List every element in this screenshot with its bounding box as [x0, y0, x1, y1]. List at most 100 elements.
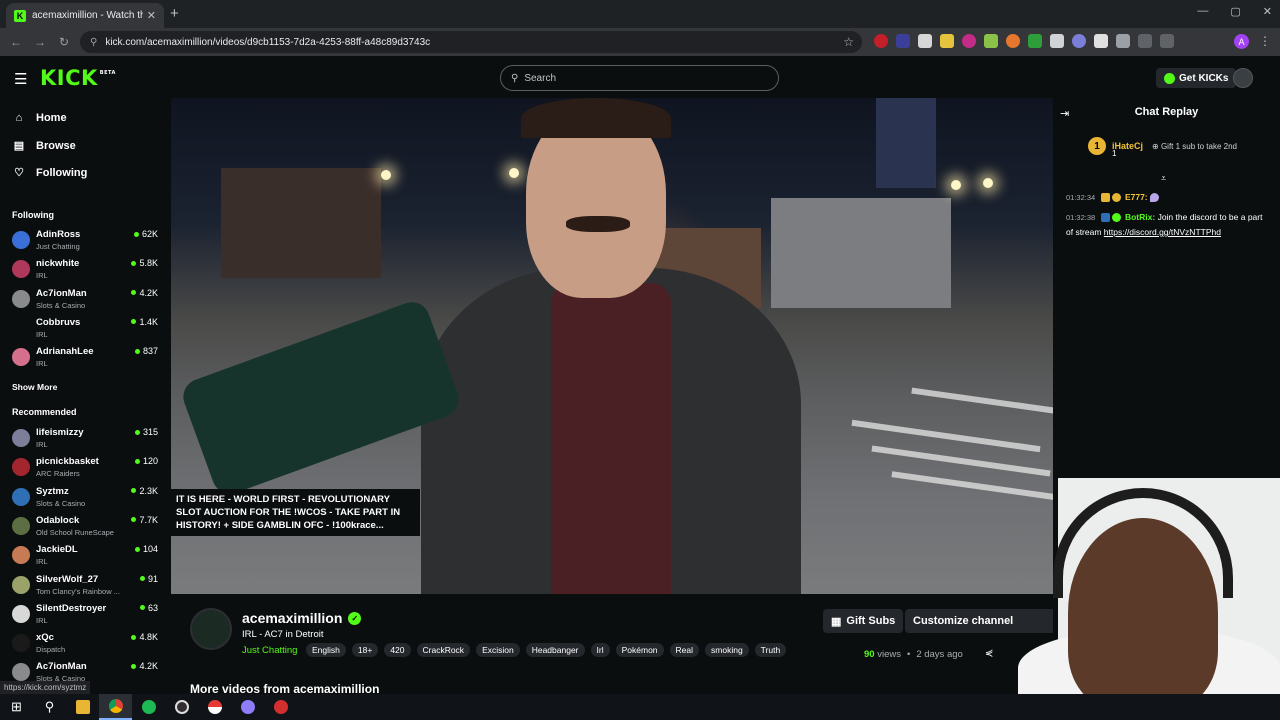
extension-icon[interactable]	[1028, 34, 1042, 48]
share-icon[interactable]: ⋞	[985, 648, 993, 659]
channel-row[interactable]: JackieDL IRL 104	[12, 543, 162, 569]
extensions-puzzle-icon[interactable]	[1116, 34, 1130, 48]
scroll-to-bottom-icon[interactable]: ⩡	[1161, 173, 1166, 184]
search-input[interactable]: ⚲ Search	[500, 65, 779, 91]
view-count: 90	[864, 649, 875, 660]
discord-link[interactable]: https://discord.gg/tNVzNTTPhd	[1104, 227, 1221, 237]
channel-row[interactable]: SilverWolf_27 Tom Clancy's Rainbow ... 91	[12, 573, 162, 599]
reload-icon[interactable]: ↻	[52, 35, 76, 49]
address-bar[interactable]: ⚲ kick.com/acemaximillion/videos/d9cb115…	[80, 31, 862, 53]
live-dot-icon	[131, 488, 137, 494]
back-icon[interactable]: ←	[4, 35, 28, 49]
extension-icon[interactable]	[1050, 34, 1064, 48]
tag-chip[interactable]: Excision	[476, 643, 520, 657]
site-info-icon[interactable]: ⚲	[90, 37, 97, 48]
emote-icon	[1150, 193, 1160, 203]
message-username[interactable]: E777:	[1125, 192, 1148, 202]
channel-row[interactable]: Cobbruvs IRL 1.4K	[12, 316, 162, 342]
tab-close-icon[interactable]: ✕	[147, 9, 156, 22]
kick-logo[interactable]: KICK BETA	[40, 66, 116, 90]
profile-avatar[interactable]: A	[1234, 34, 1249, 49]
close-window-button[interactable]: ✕	[1263, 5, 1272, 18]
maximize-button[interactable]: ▢	[1230, 5, 1240, 18]
street-light	[381, 170, 391, 180]
chrome-menu-icon[interactable]: ⋮	[1259, 34, 1271, 48]
channel-row[interactable]: AdinRoss Just Chatting 62K	[12, 228, 162, 254]
channel-row[interactable]: SilentDestroyer IRL 63	[12, 602, 162, 628]
extension-icon[interactable]	[984, 34, 998, 48]
search-icon: ⚲	[511, 72, 519, 84]
tag-chip[interactable]: 18+	[351, 643, 379, 657]
cast-icon[interactable]	[1138, 34, 1152, 48]
channel-avatar-icon	[12, 348, 30, 367]
tag-chip[interactable]: English	[306, 643, 346, 657]
forward-icon[interactable]: →	[28, 35, 52, 49]
gift-hint[interactable]: ⊕ Gift 1 sub to take 2nd	[1152, 142, 1237, 151]
tag-chip[interactable]: smoking	[705, 643, 749, 657]
extension-icon[interactable]	[940, 34, 954, 48]
tower	[876, 98, 936, 188]
tag-chip[interactable]: Truth	[754, 643, 787, 657]
chrome-icon[interactable]	[99, 694, 132, 720]
extension-icon[interactable]	[874, 34, 888, 48]
channel-row[interactable]: AdrianahLee IRL 837	[12, 345, 162, 371]
record-icon[interactable]	[264, 694, 297, 720]
channel-name: Ac7ionMan	[36, 661, 87, 673]
reading-list-icon[interactable]	[1160, 34, 1174, 48]
tag-chip[interactable]: CrackRock	[416, 643, 471, 657]
channel-row[interactable]: picnickbasket ARC Raiders 120	[12, 455, 162, 481]
message-username[interactable]: BotRix:	[1125, 212, 1155, 222]
minimize-button[interactable]: —	[1197, 5, 1208, 18]
channel-avatar[interactable]	[190, 608, 232, 650]
tag-chip[interactable]: 420	[384, 643, 411, 657]
browser-tab[interactable]: K acemaximillion - Watch the ✕	[6, 3, 164, 28]
channel-category: Slots & Casino	[36, 300, 86, 310]
tag-chip[interactable]: Irl	[590, 643, 610, 657]
channel-name[interactable]: acemaximillion	[242, 610, 342, 626]
tag-chip[interactable]: Headbanger	[525, 643, 585, 657]
extension-icon[interactable]	[1094, 34, 1108, 48]
extension-icon[interactable]	[1072, 34, 1086, 48]
viewer-count-value: 4.2K	[139, 287, 158, 298]
channel-row[interactable]: lifeismizzy IRL 315	[12, 426, 162, 452]
gift-subs-button[interactable]: ▦ Gift Subs	[823, 609, 904, 633]
channel-category: IRL	[36, 557, 48, 567]
menu-icon[interactable]: ☰	[14, 70, 27, 88]
user-avatar[interactable]	[1233, 68, 1253, 88]
windows-icon[interactable]: ⊞	[0, 694, 33, 720]
channel-category: Old School RuneScape	[36, 527, 114, 537]
nav-following[interactable]: ♡ Following	[12, 166, 87, 180]
tag-chip[interactable]: Pokémon	[615, 643, 664, 657]
channel-row[interactable]: Syztmz Slots & Casino 2.3K	[12, 485, 162, 511]
following-section-title: Following	[12, 210, 54, 220]
extension-icon[interactable]	[918, 34, 932, 48]
channel-row[interactable]: nickwhite IRL 5.8K	[12, 257, 162, 283]
category-link[interactable]: Just Chatting	[242, 645, 297, 656]
file-explorer-icon[interactable]	[66, 694, 99, 720]
channel-category: Slots & Casino	[36, 498, 86, 508]
pokeball-icon[interactable]	[198, 694, 231, 720]
viewer-count: 1.4K	[131, 317, 158, 327]
discord-icon[interactable]	[231, 694, 264, 720]
show-more-button[interactable]: Show More	[12, 382, 57, 392]
extension-icon[interactable]	[1006, 34, 1020, 48]
channel-row[interactable]: Ac7ionMan Slots & Casino 4.2K	[12, 287, 162, 313]
extension-icon[interactable]	[962, 34, 976, 48]
nav-home[interactable]: ⌂ Home	[12, 112, 67, 124]
spotify-icon[interactable]	[132, 694, 165, 720]
channel-name: SilverWolf_27	[36, 573, 99, 585]
channel-row[interactable]: xQc Dispatch 4.8K	[12, 631, 162, 657]
new-tab-button[interactable]: +	[170, 5, 179, 22]
obs-icon[interactable]	[165, 694, 198, 720]
extension-icon[interactable]	[896, 34, 910, 48]
get-kicks-button[interactable]: Get KICKs	[1156, 68, 1237, 88]
channel-row[interactable]: Ac7ionMan Slots & Casino 4.2K	[12, 660, 162, 686]
gift-leaderboard[interactable]: 1 iHateCj 1 ⊕ Gift 1 sub to take 2nd	[1088, 137, 1237, 158]
tag-chip[interactable]: Real	[669, 643, 700, 657]
bookmark-star-icon[interactable]: ☆	[843, 35, 854, 49]
channel-name: AdinRoss	[36, 229, 81, 240]
channel-avatar-icon	[12, 546, 30, 565]
channel-row[interactable]: Odablock Old School RuneScape 7.7K	[12, 514, 162, 540]
search-icon[interactable]: ⚲	[33, 694, 66, 720]
nav-browse[interactable]: ▤ Browse	[12, 139, 76, 153]
